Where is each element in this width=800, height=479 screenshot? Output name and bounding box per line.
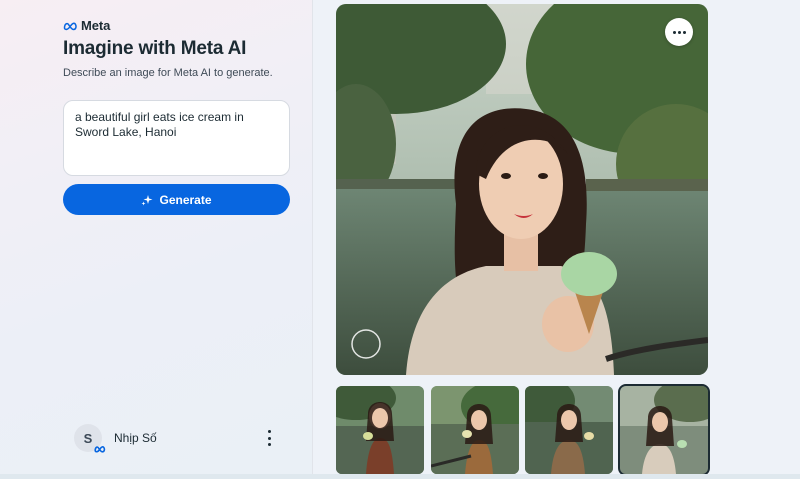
user-profile[interactable]: S Nhịp Số	[74, 424, 157, 453]
thumbnail-image	[431, 386, 519, 474]
generated-image-main[interactable]	[336, 4, 708, 375]
prompt-input[interactable]: a beautiful girl eats ice cream in Sword…	[63, 100, 290, 176]
generate-button-label: Generate	[159, 192, 212, 207]
user-name: Nhịp Số	[114, 431, 157, 445]
generated-image-girl-eating-ice-cream	[336, 4, 708, 375]
more-vertical-icon[interactable]	[264, 430, 274, 446]
thumbnail-4[interactable]	[618, 384, 710, 476]
meta-logo-text: Meta	[81, 18, 111, 33]
meta-logo[interactable]: Meta	[63, 18, 110, 33]
thumbnail-3[interactable]	[525, 386, 613, 474]
more-horizontal-icon	[672, 30, 676, 34]
sidebar-panel: Meta Imagine with Meta AI Describe an im…	[0, 0, 313, 479]
thumbnail-image	[620, 386, 708, 474]
thumbnail-1[interactable]	[336, 386, 424, 474]
more-options-button[interactable]	[665, 18, 693, 46]
page-subtitle: Describe an image for Meta AI to generat…	[63, 67, 273, 79]
thumbnail-2[interactable]	[431, 386, 519, 474]
thumbnail-image	[336, 386, 424, 474]
meta-infinity-icon	[94, 446, 106, 453]
avatar-initial: S	[83, 430, 93, 446]
generate-button[interactable]: Generate	[63, 184, 290, 215]
sparkle-icon	[141, 194, 153, 205]
meta-infinity-icon	[63, 22, 77, 30]
avatar[interactable]: S	[74, 424, 106, 453]
page-title: Imagine with Meta AI	[63, 38, 247, 59]
thumbnail-image	[525, 386, 613, 474]
bottom-scroll-area	[0, 474, 800, 479]
